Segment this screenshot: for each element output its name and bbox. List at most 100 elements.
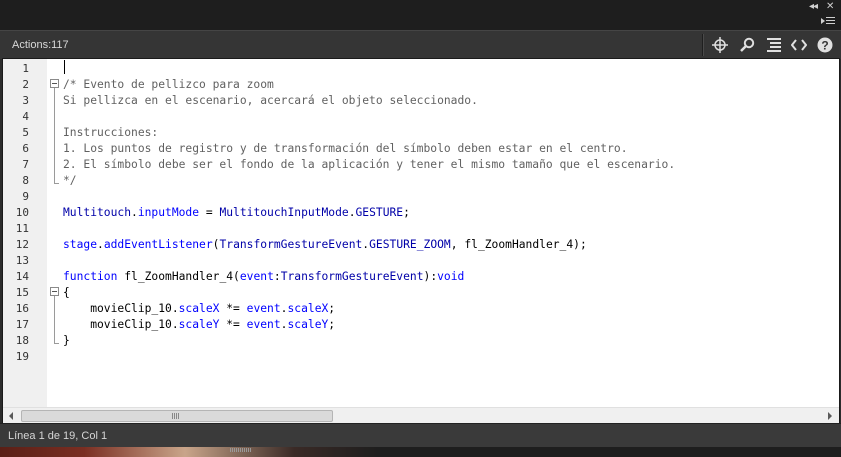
close-icon[interactable]: ✕ (826, 2, 834, 12)
code-snippet-icon[interactable] (789, 35, 809, 55)
code-token: stage (63, 238, 98, 251)
search-icon[interactable] (737, 35, 757, 55)
code-token: 1. Los puntos de registro y de transform… (63, 142, 628, 155)
code-line[interactable]: */ (63, 173, 77, 189)
code-token: movieClip_10. (63, 302, 179, 315)
code-token: event (239, 270, 274, 283)
code-token: 2. El símbolo debe ser el fondo de la ap… (63, 158, 676, 171)
line-number: 15 (15, 286, 29, 299)
code-token: *= (219, 318, 247, 331)
fold-guide (54, 88, 55, 183)
svg-text:?: ? (821, 39, 828, 53)
line-number: 10 (15, 206, 29, 219)
code-area[interactable]: /* Evento de pellizco para zoom Si pelliz… (63, 59, 835, 407)
code-fold-margin (47, 59, 63, 407)
code-line[interactable]: Instrucciones: (63, 125, 158, 141)
scroll-left-icon[interactable] (9, 412, 13, 420)
code-token: MultitouchInputMode (219, 206, 349, 219)
code-line[interactable]: movieClip_10.scaleX *= event.scaleX; (63, 301, 335, 317)
code-token: . (97, 238, 104, 251)
line-number: 3 (22, 94, 29, 107)
line-number: 6 (22, 142, 29, 155)
collapse-panel-icon[interactable]: ◂◂ (809, 2, 818, 12)
code-line[interactable]: /* Evento de pellizco para zoom (63, 77, 274, 93)
panel-top-strip: ◂◂ ✕ (0, 0, 841, 31)
line-number: 4 (22, 110, 29, 123)
code-line[interactable]: Si pellizca en el escenario, acercará el… (63, 93, 478, 109)
code-token: inputMode (137, 206, 200, 219)
line-number: 17 (15, 318, 29, 331)
code-line[interactable]: stage.addEventListener(TransformGestureE… (63, 237, 587, 253)
code-token: { (63, 286, 70, 299)
code-token: event (246, 318, 281, 331)
horizontal-scrollbar[interactable] (3, 407, 839, 423)
code-token: ; (328, 302, 336, 315)
code-token: Instrucciones: (63, 126, 159, 139)
actions-panel: ◂◂ ✕ Actions:117 ? 1 2 3 4 5 6 7 8 9 10 … (0, 0, 841, 457)
code-token: function (63, 270, 118, 283)
line-number: 16 (15, 302, 29, 315)
code-line[interactable]: 2. El símbolo debe ser el fondo de la ap… (63, 157, 675, 173)
code-token: Si pellizca en el escenario, acercará el… (63, 94, 478, 107)
code-token: *= (219, 302, 247, 315)
code-token: fl_ZoomHandler_4( (117, 270, 240, 283)
line-number: 14 (15, 270, 29, 283)
code-token: event (246, 302, 281, 315)
code-line[interactable]: Multitouch.inputMode = MultitouchInputMo… (63, 205, 410, 221)
resize-grip-icon[interactable] (230, 448, 252, 452)
line-number-gutter: 1 2 3 4 5 6 7 8 9 10 11 12 13 14 15 16 17 18 19 (3, 59, 47, 407)
code-token: void (437, 270, 465, 283)
code-token: /* Evento de pellizco para zoom (63, 78, 274, 91)
fold-toggle-icon[interactable] (50, 79, 59, 88)
script-editor[interactable]: 1 2 3 4 5 6 7 8 9 10 11 12 13 14 15 16 17 18 19 /* Evento … (2, 58, 840, 423)
fold-guide (54, 296, 55, 343)
code-line[interactable]: { (63, 285, 70, 301)
help-icon[interactable]: ? (815, 35, 835, 55)
fold-guide (54, 343, 59, 344)
toolbar-divider (702, 34, 704, 56)
line-number: 1 (22, 62, 29, 75)
background-strip (0, 447, 841, 457)
code-token: addEventListener (103, 238, 213, 251)
code-token: scaleY (178, 318, 220, 331)
line-number: 2 (22, 78, 29, 91)
code-token: scaleY (287, 318, 329, 331)
code-token: ; (403, 206, 410, 219)
line-number: 18 (15, 334, 29, 347)
code-token: scaleX (178, 302, 220, 315)
panel-title: Actions:117 (12, 39, 69, 51)
code-token: */ (63, 174, 77, 187)
line-number: 8 (22, 174, 29, 187)
code-token: } (63, 334, 70, 347)
line-number: 5 (22, 126, 29, 139)
panel-header: Actions:117 ? (0, 30, 841, 59)
code-token: = (199, 206, 220, 219)
code-token: GESTURE_ZOOM (369, 238, 451, 251)
code-token: TransformGestureEvent (219, 238, 363, 251)
line-number: 11 (15, 222, 29, 235)
code-line[interactable]: } (63, 333, 70, 349)
code-token: scaleX (287, 302, 329, 315)
code-token: : (273, 270, 281, 283)
code-token: Multitouch (63, 206, 132, 219)
line-number: 7 (22, 158, 29, 171)
code-line[interactable]: movieClip_10.scaleY *= event.scaleY; (63, 317, 335, 333)
code-line[interactable]: 1. Los puntos de registro y de transform… (63, 141, 628, 157)
code-line[interactable]: function fl_ZoomHandler_4(event:Transfor… (63, 269, 464, 285)
scrollbar-thumb[interactable] (21, 410, 333, 422)
text-caret (64, 60, 65, 74)
format-code-icon[interactable] (764, 35, 784, 55)
panel-menu-icon[interactable] (821, 15, 835, 25)
cursor-position: Línea 1 de 19, Col 1 (8, 430, 108, 442)
fold-guide (54, 183, 59, 184)
code-token: ): (423, 270, 438, 283)
line-number: 9 (22, 190, 29, 203)
line-number: 19 (15, 350, 29, 363)
target-icon[interactable] (710, 35, 730, 55)
scroll-right-icon[interactable] (828, 412, 832, 420)
status-bar: Línea 1 de 19, Col 1 (0, 423, 841, 448)
line-number: 13 (15, 254, 29, 267)
line-number: 12 (15, 238, 29, 251)
fold-toggle-icon[interactable] (50, 287, 59, 296)
code-token: , fl_ZoomHandler_4); (450, 238, 587, 251)
